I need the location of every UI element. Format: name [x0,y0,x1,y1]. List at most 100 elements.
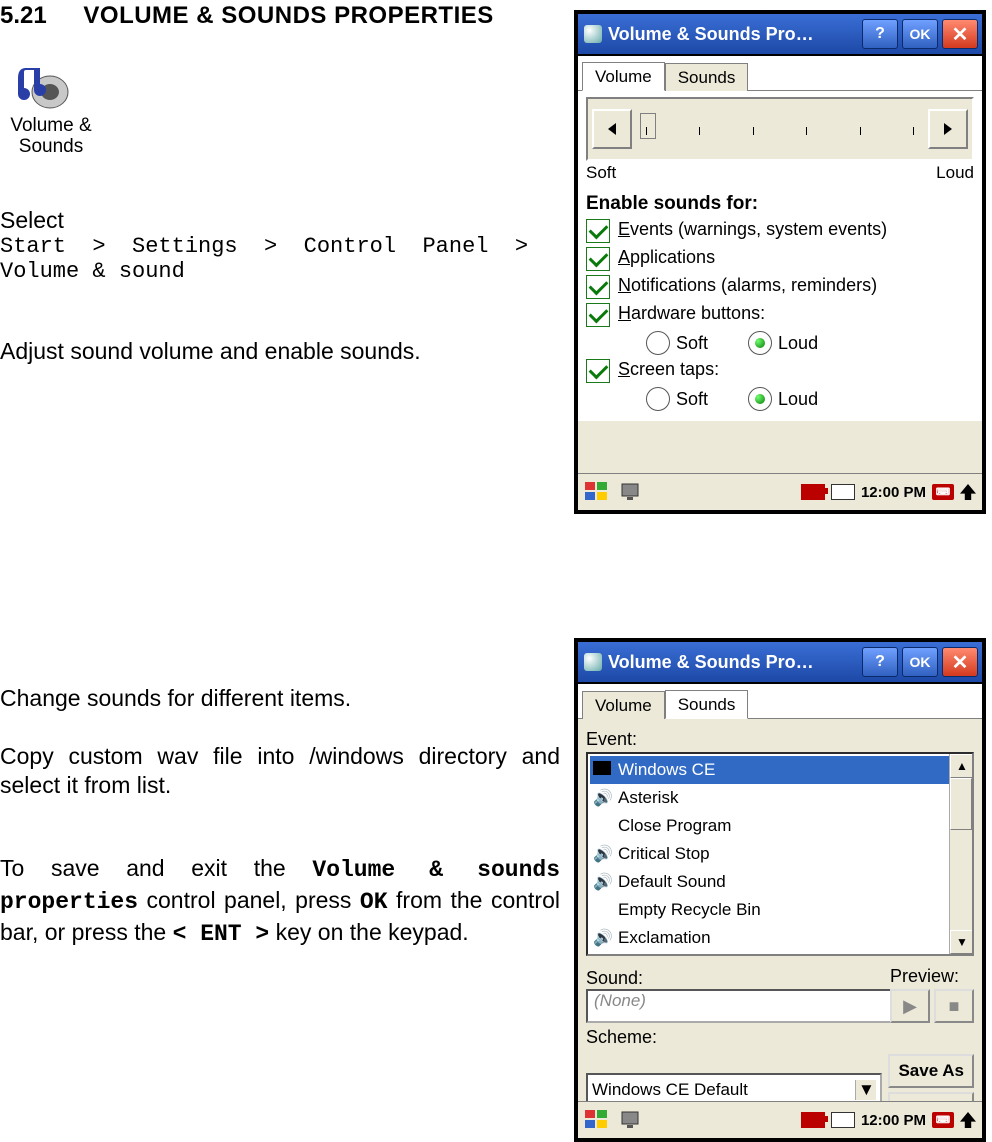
event-label: Event: [586,729,974,750]
save-text-a: To save and exit the [0,855,312,881]
event-item[interactable]: 🔊Default Sound [590,868,950,896]
battery-icon [831,1112,855,1128]
taskbar: 12:00 PM ⌨ [578,1101,982,1138]
checkbox-applications[interactable] [586,247,610,271]
volume-panel: Soft Loud Enable sounds for: Events (war… [578,91,982,421]
paragraph-adjust: Adjust sound volume and enable sounds. [0,338,421,365]
speaker-icon: 🔊 [592,788,614,808]
paragraph-select: Select Start > Settings > Control Panel … [0,207,560,284]
help-button[interactable]: ? [862,647,898,677]
tray: 12:00 PM ⌨ [801,1112,976,1129]
checkbox-events[interactable] [586,219,610,243]
screentaps-radio-row: Soft Loud [646,387,974,411]
save-text-g: key on the keypad. [269,919,468,945]
checkbox-screentaps[interactable] [586,359,610,383]
tray-up-icon[interactable] [960,484,976,500]
event-item[interactable]: Windows CE [590,756,950,784]
paragraph-save: To save and exit the Volume & sounds pro… [0,854,560,950]
checkbox-screentaps-label: Screen taps: [618,359,719,380]
checkbox-applications-label: Applications [618,247,715,268]
scroll-up-button[interactable]: ▲ [950,754,974,778]
volume-decrease-button[interactable] [592,109,632,149]
tray-up-icon[interactable] [960,1112,976,1128]
checkbox-notifications-label: Notifications (alarms, reminders) [618,275,877,296]
arrow-right-icon [940,121,956,137]
event-listbox[interactable]: Windows CE 🔊Asterisk Close Program 🔊Crit… [586,752,974,956]
start-flag-icon[interactable] [584,1109,610,1131]
tab-sounds[interactable]: Sounds [665,63,749,91]
sound-dropdown[interactable]: (None) [586,989,896,1023]
preview-stop-button[interactable]: ■ [934,989,974,1023]
window-title: Volume & Sounds Pro… [608,24,814,45]
save-as-button[interactable]: Save As [888,1054,974,1088]
desktop-icon[interactable] [620,481,642,503]
radio-hardware-soft[interactable] [646,331,670,355]
preview-label: Preview: [890,966,974,987]
battery-low-icon [801,484,825,500]
cpl-icon-caption-1: Volume & [6,116,96,137]
paragraph-change: Change sounds for different items. [0,685,560,712]
clock: 12:00 PM [861,484,926,501]
scroll-down-button[interactable]: ▼ [950,930,974,954]
sip-icon[interactable]: ⌨ [932,1112,954,1128]
chevron-down-icon: ▼ [855,1080,876,1100]
sip-icon[interactable]: ⌨ [932,484,954,500]
arrow-left-icon [604,121,620,137]
event-item[interactable]: 🔊Exclamation [590,924,950,952]
radio-screentaps-loud[interactable] [748,387,772,411]
scheme-label: Scheme: [586,1027,974,1048]
preview-play-button[interactable]: ▶ [890,989,930,1023]
cpl-icon-caption-2: Sounds [6,137,96,158]
radio-hardware-loud[interactable] [748,331,772,355]
tab-sounds[interactable]: Sounds [665,690,749,719]
section-heading: 5.21 VOLUME & SOUNDS PROPERTIES [0,2,494,30]
volume-sounds-icon [6,60,70,114]
nav-path: Start > Settings > Control Panel > Volum… [0,234,560,284]
event-item[interactable]: Close Program [590,812,950,840]
desktop-icon[interactable] [620,1109,642,1131]
save-text-f: < ENT > [173,921,270,947]
help-button[interactable]: ? [862,19,898,49]
speaker-icon: 🔊 [592,872,614,892]
stop-icon: ■ [949,996,960,1017]
slider-label-loud: Loud [936,163,974,183]
checkbox-hardware[interactable] [586,303,610,327]
clock: 12:00 PM [861,1112,926,1129]
sound-label: Sound: [586,968,880,989]
radio-screentaps-soft[interactable] [646,387,670,411]
battery-low-icon [801,1112,825,1128]
slider-label-soft: Soft [586,163,616,183]
checkbox-notifications[interactable] [586,275,610,299]
event-item[interactable]: 🔊Asterisk [590,784,950,812]
screenshot-sounds-tab: Volume & Sounds Pro… ? OK ✕ Volume Sound… [574,638,986,1142]
tabstrip: Volume Sounds [578,684,982,719]
close-button[interactable]: ✕ [942,647,978,677]
close-button[interactable]: ✕ [942,19,978,49]
enable-sounds-label: Enable sounds for: [586,193,974,215]
play-icon: ▶ [903,996,917,1017]
taskbar: 12:00 PM ⌨ [578,473,982,510]
speaker-icon: 🔊 [592,844,614,864]
start-flag-icon[interactable] [584,481,610,503]
event-item[interactable]: Empty Recycle Bin [590,896,950,924]
tabstrip: Volume Sounds [578,56,982,91]
window-icon [584,25,602,43]
window-title: Volume & Sounds Pro… [608,652,814,673]
close-icon: ✕ [952,650,969,675]
heading-number: 5.21 [0,2,47,29]
cpl-icon-block: Volume & Sounds [6,60,96,158]
titlebar: Volume & Sounds Pro… ? OK ✕ [578,642,982,684]
ok-button[interactable]: OK [902,647,938,677]
tab-volume[interactable]: Volume [582,691,665,719]
volume-increase-button[interactable] [928,109,968,149]
scrollbar[interactable]: ▲ ▼ [949,754,972,954]
scroll-thumb[interactable] [950,778,972,830]
volume-slider[interactable] [640,119,920,139]
sounds-panel: Event: Windows CE 🔊Asterisk Close Progra… [578,719,982,1132]
event-item[interactable]: 🔊Critical Stop [590,840,950,868]
ok-button[interactable]: OK [902,19,938,49]
windows-icon [593,761,611,775]
titlebar: Volume & Sounds Pro… ? OK ✕ [578,14,982,56]
tray: 12:00 PM ⌨ [801,484,976,501]
tab-volume[interactable]: Volume [582,62,665,91]
